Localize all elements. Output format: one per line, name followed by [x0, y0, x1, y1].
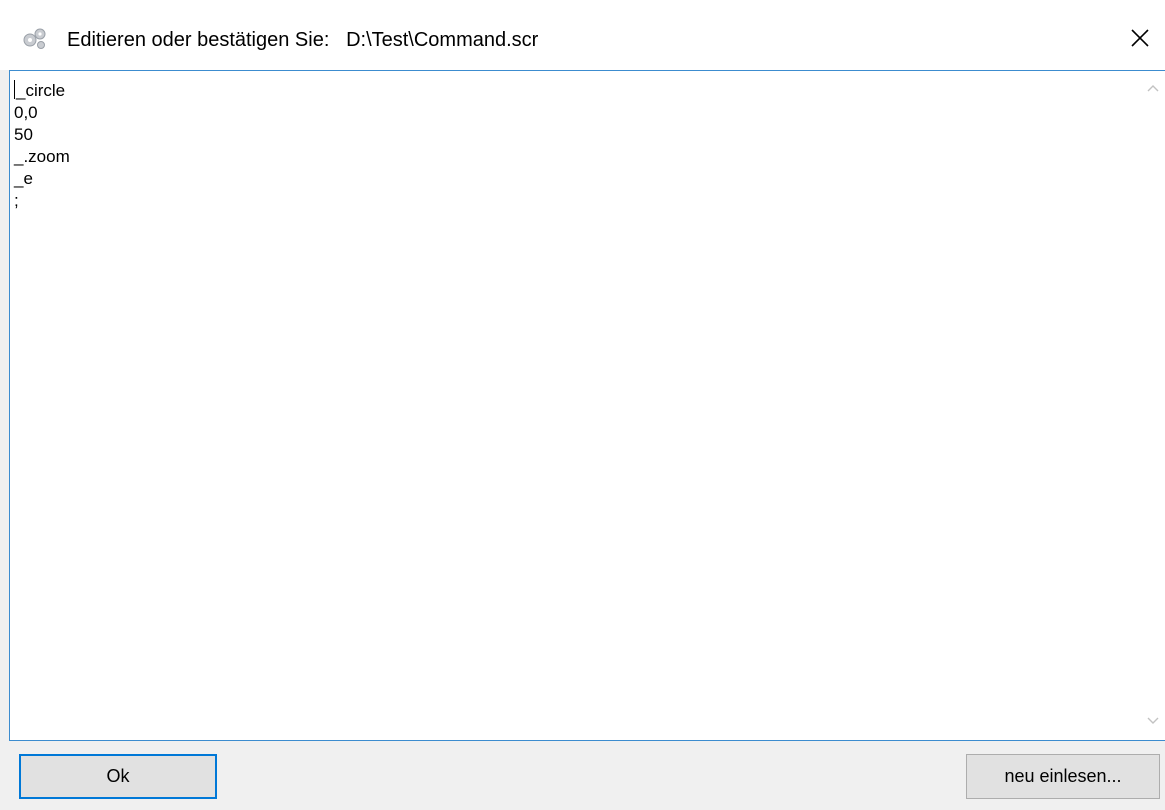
- close-button[interactable]: [1120, 20, 1160, 60]
- window-edge: [0, 70, 9, 810]
- chevron-down-icon: [1146, 713, 1160, 731]
- scroll-down-button[interactable]: [1141, 710, 1165, 734]
- reload-button[interactable]: neu einlesen...: [966, 754, 1160, 799]
- script-editor[interactable]: _circle 0,0 50 _.zoom _e ;: [9, 70, 1165, 741]
- window-title: Editieren oder bestätigen Sie: D:\Test\C…: [67, 29, 539, 51]
- dialog-window: Editieren oder bestätigen Sie: D:\Test\C…: [0, 0, 1165, 810]
- close-icon: [1130, 28, 1150, 53]
- editor-text-area[interactable]: _circle 0,0 50 _.zoom _e ;: [14, 80, 70, 212]
- chevron-up-icon: [1146, 80, 1160, 98]
- ok-button[interactable]: Ok: [19, 754, 217, 799]
- scroll-up-button[interactable]: [1141, 77, 1165, 101]
- vertical-scrollbar[interactable]: [1141, 71, 1165, 740]
- text-caret: [14, 80, 15, 99]
- editor-content: _circle 0,0 50 _.zoom _e ;: [14, 81, 70, 210]
- gears-icon: [22, 26, 48, 50]
- title-bar: Editieren oder bestätigen Sie: D:\Test\C…: [0, 0, 1165, 70]
